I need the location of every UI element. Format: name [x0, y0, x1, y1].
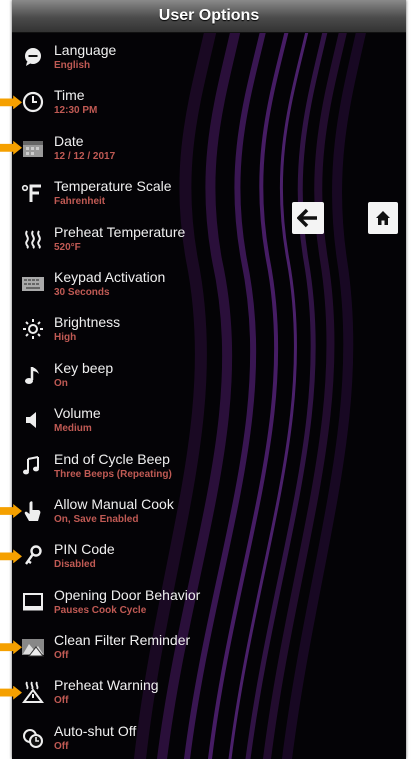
- home-icon: [376, 211, 390, 225]
- oven-screen: User Options Language English Time 12:30 PM…: [12, 0, 406, 759]
- option-clean-filter-reminder[interactable]: Clean Filter Reminder Off: [12, 626, 262, 671]
- options-list: Language English Time 12:30 PM Date 12 / 12 /…: [12, 36, 262, 759]
- option-pin-code[interactable]: PIN Code Disabled: [12, 535, 262, 580]
- option-text: Key beep On: [54, 354, 113, 391]
- speaker-icon: [20, 407, 46, 433]
- hand-pointer-icon: [20, 498, 46, 524]
- option-temperature-scale[interactable]: Temperature Scale Fahrenheit: [12, 172, 262, 217]
- option-label: Time: [54, 87, 85, 104]
- clock-icon: [20, 89, 46, 115]
- left-arrow-icon: [297, 208, 317, 228]
- option-text: Time 12:30 PM: [54, 81, 97, 118]
- option-text: Language English: [54, 36, 116, 73]
- option-label: Language: [54, 42, 117, 58]
- option-date[interactable]: Date 12 / 12 / 2017: [12, 127, 262, 172]
- option-label: Allow Manual Cook: [54, 495, 174, 512]
- keypad-icon: [20, 271, 46, 297]
- option-text: Opening Door Behavior Pauses Cook Cycle: [54, 581, 200, 618]
- option-text: Allow Manual Cook On, Save Enabled: [54, 490, 174, 527]
- option-text: Clean Filter Reminder Off: [54, 626, 190, 663]
- option-auto-shut-off[interactable]: Auto-shut Off Off: [12, 717, 262, 759]
- back-button[interactable]: [292, 202, 324, 234]
- option-text: Temperature Scale Fahrenheit: [54, 172, 172, 209]
- option-value: On, Save Enabled: [54, 513, 139, 525]
- option-label: Auto-shut Off: [54, 722, 137, 739]
- option-value: On: [54, 377, 68, 389]
- heat-waves-icon: [20, 226, 46, 252]
- option-keypad-activation[interactable]: Keypad Activation 30 Seconds: [12, 263, 262, 308]
- option-value: 12:30 PM: [54, 105, 98, 117]
- option-value: 30 Seconds: [54, 286, 110, 298]
- oven-door-icon: [20, 589, 46, 615]
- option-label: End of Cycle Beep: [54, 450, 170, 467]
- option-label: Key beep: [54, 359, 114, 376]
- page-title: User Options: [158, 7, 260, 24]
- option-label: Date: [54, 132, 84, 149]
- music-note-icon: [20, 362, 46, 388]
- option-text: Keypad Activation 30 Seconds: [54, 263, 165, 300]
- option-text: Date 12 / 12 / 2017: [54, 127, 115, 164]
- option-text: Preheat Warning Off: [54, 671, 159, 708]
- double-note-icon: [20, 453, 46, 479]
- option-value: High: [54, 332, 77, 344]
- option-label: PIN Code: [54, 541, 115, 558]
- degree-f-icon: [20, 180, 46, 206]
- option-label: Clean Filter Reminder: [54, 632, 191, 649]
- filter-warning-icon: [20, 634, 46, 660]
- heat-warning-icon: [20, 679, 46, 705]
- option-value: Disabled: [54, 559, 96, 571]
- option-value: English: [54, 60, 91, 71]
- option-volume[interactable]: Volume Medium: [12, 399, 262, 444]
- option-label: Brightness: [54, 314, 121, 331]
- title-bar: User Options: [12, 0, 406, 33]
- option-value: Off: [54, 740, 69, 752]
- option-label: Preheat Warning: [54, 677, 159, 694]
- key-icon: [20, 543, 46, 569]
- option-allow-manual-cook[interactable]: Allow Manual Cook On, Save Enabled: [12, 490, 262, 535]
- option-opening-door-behavior[interactable]: Opening Door Behavior Pauses Cook Cycle: [12, 581, 262, 626]
- option-label: Volume: [54, 405, 101, 422]
- option-value: Three Beeps (Repeating): [54, 468, 172, 480]
- option-label: Preheat Temperature: [54, 223, 186, 240]
- sun-icon: [20, 316, 46, 342]
- option-value: 520°F: [54, 241, 81, 253]
- option-label: Opening Door Behavior: [54, 586, 201, 603]
- speech-bubble-icon: [20, 44, 46, 70]
- calendar-icon: [20, 135, 46, 161]
- option-text: Volume Medium: [54, 399, 101, 436]
- option-preheat-warning[interactable]: Preheat Warning Off: [12, 671, 262, 716]
- option-end-of-cycle-beep[interactable]: End of Cycle Beep Three Beeps (Repeating): [12, 445, 262, 490]
- option-text: End of Cycle Beep Three Beeps (Repeating): [54, 445, 172, 482]
- option-value: Off: [54, 695, 69, 707]
- power-timer-icon: [20, 725, 46, 751]
- option-label: Keypad Activation: [54, 268, 166, 285]
- option-brightness[interactable]: Brightness High: [12, 308, 262, 353]
- option-language[interactable]: Language English: [12, 36, 262, 81]
- option-value: 12 / 12 / 2017: [54, 150, 116, 162]
- home-button[interactable]: [368, 202, 398, 234]
- option-time[interactable]: Time 12:30 PM: [12, 81, 262, 126]
- option-value: Fahrenheit: [54, 196, 106, 208]
- option-text: Preheat Temperature 520°F: [54, 218, 185, 255]
- option-preheat-temperature[interactable]: Preheat Temperature 520°F: [12, 218, 262, 263]
- option-key-beep[interactable]: Key beep On: [12, 354, 262, 399]
- option-text: Auto-shut Off Off: [54, 717, 136, 754]
- option-text: Brightness High: [54, 308, 120, 345]
- option-text: PIN Code Disabled: [54, 535, 115, 572]
- option-label: Temperature Scale: [54, 178, 172, 195]
- option-value: Off: [54, 650, 69, 662]
- option-value: Pauses Cook Cycle: [54, 604, 147, 616]
- option-value: Medium: [54, 423, 92, 435]
